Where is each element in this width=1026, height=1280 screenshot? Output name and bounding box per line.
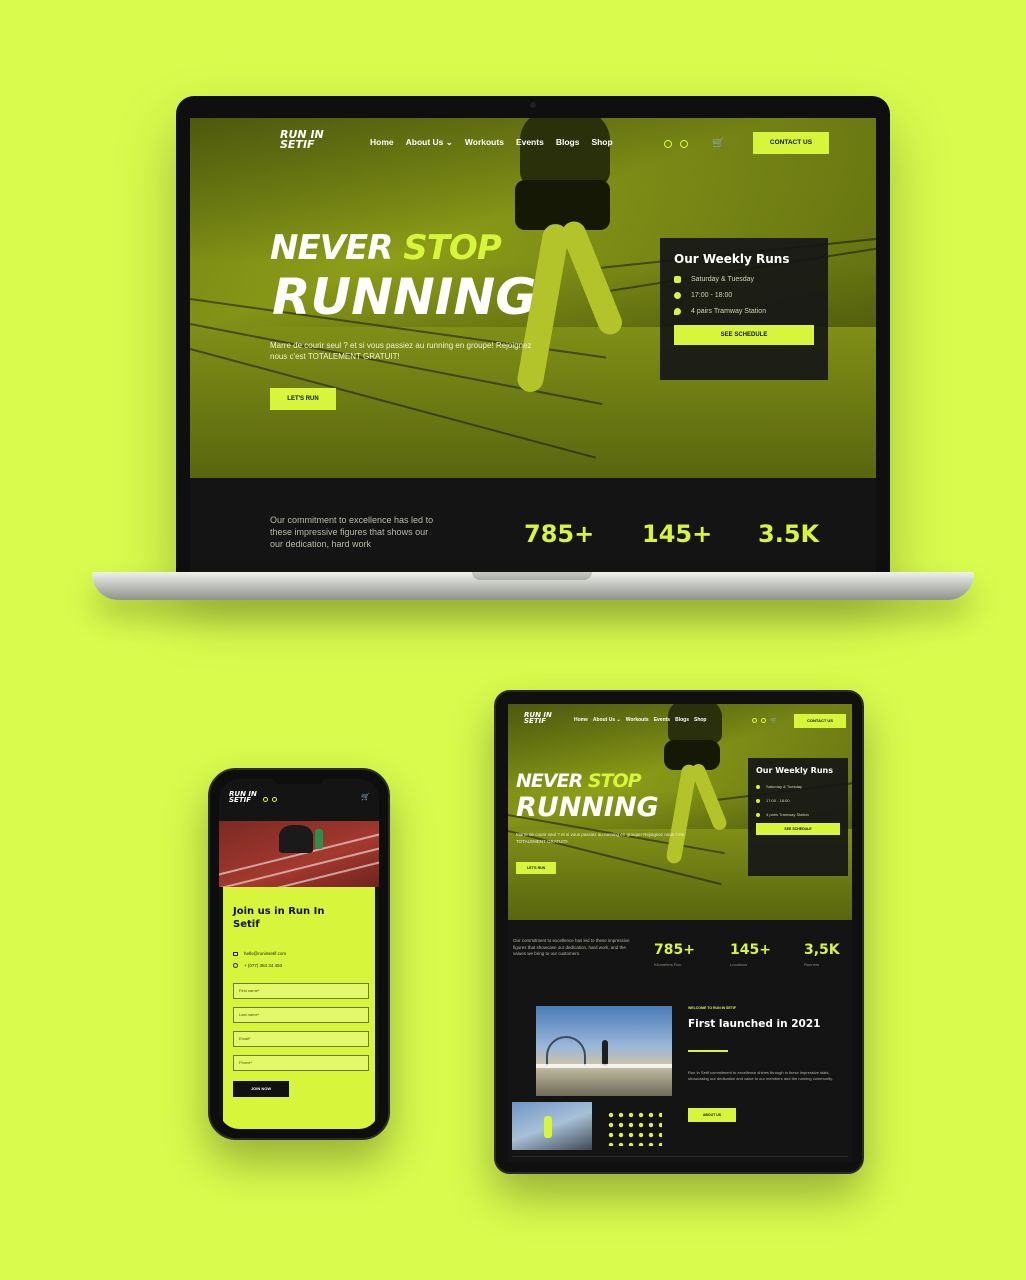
laptop-screen: RUN IN SETIF Home About Us ⌄ Workouts Ev…	[190, 118, 876, 572]
facebook-icon[interactable]	[761, 718, 766, 723]
about-title: First launched in 2021	[688, 1018, 821, 1030]
join-title: Join us in Run In Setif	[233, 906, 325, 930]
tablet-screen: RUN IN SETIF Home About Us ⌄ Workouts Ev…	[508, 704, 852, 1162]
join-now-button[interactable]: JOIN NOW	[233, 1081, 289, 1097]
phone-logo[interactable]: RUN IN SETIF	[229, 790, 257, 804]
see-schedule-button[interactable]: SEE SCHEDULE	[674, 325, 814, 345]
location-pin-icon	[756, 812, 760, 817]
clock-icon	[756, 798, 760, 803]
nav-link-events[interactable]: Events	[516, 137, 544, 148]
about-eyebrow: WELCOME TO RUN IN SETIF	[688, 1006, 736, 1010]
weekly-runs-title: Our Weekly Runs	[674, 252, 790, 266]
mail-icon	[233, 951, 238, 956]
nav-link-home[interactable]: Home	[370, 137, 394, 148]
hero-subtitle: Marre de courir seul ? et si vous passie…	[270, 341, 532, 361]
about-photo-runner	[512, 1102, 592, 1150]
cart-icon[interactable]: 🛒	[712, 138, 724, 149]
tablet-stat-locations: 145+	[730, 942, 771, 958]
stats-section: Our commitment to excellence has led to …	[190, 478, 876, 572]
join-form-card: Join us in Run In Setif hello@runinsetif…	[223, 887, 375, 1129]
phone-mockup: RUN IN SETIF 🛒 Join us in Run In Setif h…	[208, 768, 390, 1140]
cart-icon[interactable]: 🛒	[361, 793, 370, 801]
tablet-nav-icons: 🛒	[752, 717, 777, 724]
hero-title-running: RUNNING	[272, 268, 537, 326]
tablet-hero-subtitle: Marre de courir seul ? et si vous passie…	[516, 832, 685, 844]
tablet-lets-run-button[interactable]: LET'S RUN	[516, 862, 556, 874]
stats-intro: Our commitment to excellence has led to …	[270, 515, 434, 549]
last-name-input[interactable]: Last name*	[233, 1007, 369, 1023]
instagram-icon[interactable]	[664, 139, 672, 148]
tablet-stat-runners: 3,5K	[804, 942, 840, 958]
stat-kilometers: 785+	[524, 520, 595, 548]
tablet-logo[interactable]: RUN IN SETIF	[524, 711, 552, 725]
nav-icons: 🛒	[664, 138, 724, 149]
divider	[512, 1156, 848, 1157]
nav-link-shop[interactable]: Shop	[591, 137, 612, 148]
laptop-base	[92, 572, 974, 600]
join-phone: + (077) 384 34 453	[233, 963, 282, 968]
tablet-weekly-runs-card: Our Weekly Runs Saturday & Tuesday 17:00…	[748, 758, 848, 876]
phone-notch	[274, 774, 324, 784]
tablet-nav-links: Home About Us ⌄ Workouts Events Blogs Sh…	[574, 717, 707, 723]
tablet-stats-intro: Our commitment to excellence has led to …	[513, 938, 630, 956]
tablet-navbar: RUN IN SETIF Home About Us ⌄ Workouts Ev…	[508, 704, 852, 734]
laptop-mockup: RUN IN SETIF Home About Us ⌄ Workouts Ev…	[176, 96, 890, 578]
nav-link-about[interactable]: About Us ⌄	[406, 137, 453, 148]
facebook-icon[interactable]	[272, 797, 277, 802]
decorative-dot-pattern	[606, 1110, 662, 1146]
hero-title-stop: STOP	[403, 228, 502, 268]
laptop-navbar: RUN IN SETIF Home About Us ⌄ Workouts Ev…	[190, 118, 876, 168]
about-photo-bridge	[536, 1006, 672, 1096]
hero-title-never: NEVER STOP	[270, 228, 502, 268]
weekly-runs-card: Our Weekly Runs Saturday & Tuesday 17:00…	[660, 238, 828, 380]
weekly-runs-days: Saturday & Tuesday	[674, 276, 814, 283]
nav-link-blogs[interactable]: Blogs	[556, 137, 580, 148]
email-input[interactable]: Email*	[233, 1031, 369, 1047]
phone-input[interactable]: Phone*	[233, 1055, 369, 1071]
location-pin-icon	[674, 308, 681, 315]
contact-us-button[interactable]: CONTACT US	[753, 132, 829, 154]
tablet-see-schedule-button[interactable]: SEE SCHEDULE	[756, 823, 840, 835]
nav-links: Home About Us ⌄ Workouts Events Blogs Sh…	[370, 137, 613, 148]
tablet-hero-title-running: RUNNING	[516, 792, 659, 823]
phone-icon	[233, 963, 238, 968]
tablet-stat-kilometers: 785+	[654, 942, 695, 958]
phone-track-photo	[219, 821, 379, 887]
instagram-icon[interactable]	[752, 718, 757, 723]
first-name-input[interactable]: First name*	[233, 983, 369, 999]
instagram-icon[interactable]	[263, 797, 268, 802]
about-us-button[interactable]: ABOUT US	[688, 1108, 736, 1122]
about-title-underline	[688, 1050, 728, 1052]
tablet-contact-button[interactable]: CONTACT US	[794, 714, 846, 728]
weekly-runs-time: 17:00 - 18:00	[674, 292, 814, 299]
tablet-hero-title-never: NEVER STOP	[516, 770, 642, 792]
nav-link-workouts[interactable]: Workouts	[465, 137, 504, 148]
phone-screen: RUN IN SETIF 🛒 Join us in Run In Setif h…	[219, 779, 379, 1129]
calendar-icon	[674, 276, 681, 283]
stat-runners: 3.5K	[758, 520, 820, 548]
cart-icon[interactable]: 🛒	[770, 717, 777, 724]
site-logo[interactable]: RUN IN SETIF	[280, 129, 324, 150]
calendar-icon	[756, 784, 760, 789]
about-text: Run In Setif commitment to excellence sh…	[688, 1070, 833, 1081]
tablet-mockup: RUN IN SETIF Home About Us ⌄ Workouts Ev…	[494, 690, 864, 1174]
lets-run-button[interactable]: LET'S RUN	[270, 388, 336, 410]
join-email: hello@runinsetif.com	[233, 951, 286, 956]
stat-locations: 145+	[642, 520, 713, 548]
laptop-camera	[530, 102, 536, 108]
facebook-icon[interactable]	[680, 139, 688, 148]
clock-icon	[674, 292, 681, 299]
weekly-runs-place: 4 pairs Tramway Station	[674, 308, 814, 315]
phone-navbar: RUN IN SETIF 🛒	[219, 779, 379, 821]
phone-nav-icons	[263, 797, 277, 802]
